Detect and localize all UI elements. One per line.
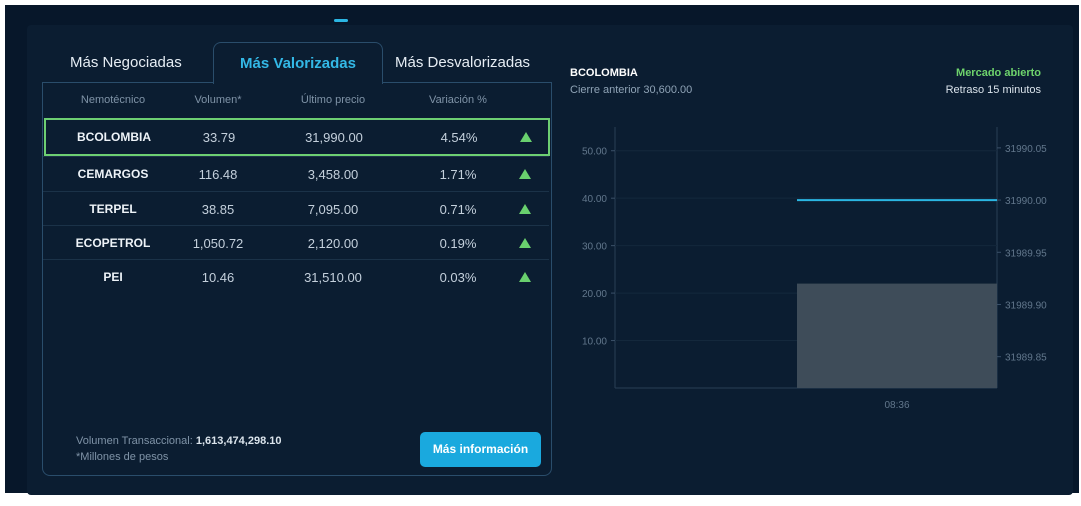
table-row[interactable]: CEMARGOS 116.48 3,458.00 1.71% [43,156,549,191]
row-volume: 33.79 [202,130,236,145]
up-arrow-icon [520,132,532,142]
left-tick-label: 10.00 [582,337,607,348]
right-tick-label: 31989.90 [1005,300,1047,311]
row-symbol: CEMARGOS [77,167,149,181]
table-row[interactable]: ECOPETROL 1,050.72 2,120.00 0.19% [43,225,549,260]
tab-mas-valorizadas[interactable]: Más Valorizadas [213,42,383,84]
previous-close: Cierre anterior 30,600.00 [570,84,693,96]
tab-gap [214,81,380,84]
transaction-volume-label: Volumen Transaccional: [76,435,193,447]
up-arrow-icon [519,272,531,282]
tab-mas-desvalorizadas[interactable]: Más Desvalorizadas [395,53,530,73]
transaction-volume-value: 1,613,474,298.10 [195,435,282,447]
up-arrow-icon [519,204,531,214]
up-arrow-icon [519,169,531,179]
top-indicator [334,19,348,22]
row-change: 0.19% [439,236,477,251]
app-frame: Más Negociadas Más Valorizadas Más Desva… [5,5,1079,495]
price-volume-chart[interactable]: 50.00 40.00 30.00 20.00 10.00 31990.05 31990.0… [567,125,1067,425]
column-header-variacion[interactable]: Variación % [413,94,503,106]
column-header-ultimo-precio[interactable]: Último precio [283,94,383,106]
row-change: 4.54% [440,130,478,145]
row-volume: 116.48 [198,167,238,182]
row-price: 31,990.00 [305,130,363,145]
column-header-volumen[interactable]: Volumen* [178,94,258,106]
row-change: 1.71% [439,167,477,182]
right-tick-label: 31990.05 [1005,144,1047,155]
row-symbol: BCOLOMBIA [77,130,151,144]
left-tick-label: 50.00 [582,147,607,158]
left-tick-label: 20.00 [582,289,607,300]
row-symbol: TERPEL [89,202,137,216]
row-price: 31,510.00 [304,270,362,285]
right-tick-label: 31989.95 [1005,248,1047,259]
table-header: Nemotécnico Volumen* Último precio Varia… [43,85,549,117]
market-panel: Más Negociadas Más Valorizadas Más Desva… [27,25,1073,495]
row-symbol: ECOPETROL [75,236,151,250]
right-tick-label: 31990.00 [1005,196,1047,207]
row-change: 0.03% [439,270,477,285]
row-change: 0.71% [439,202,477,217]
left-tick-label: 40.00 [582,194,607,205]
x-tick-label: 08:36 [884,400,909,411]
row-price: 7,095.00 [307,202,359,217]
up-arrow-icon [519,238,531,248]
tab-mas-negociadas[interactable]: Más Negociadas [70,53,182,73]
table-row[interactable]: TERPEL 38.85 7,095.00 0.71% [43,191,549,226]
left-tick-label: 30.00 [582,242,607,253]
table-row[interactable]: BCOLOMBIA 33.79 31,990.00 4.54% [44,118,550,156]
row-volume: 38.85 [201,202,235,217]
selected-ticker: BCOLOMBIA [570,67,638,79]
table-row[interactable]: PEI 10.46 31,510.00 0.03% [43,259,549,294]
row-price: 2,120.00 [307,236,359,251]
column-header-nemotecnico[interactable]: Nemotécnico [73,94,153,106]
row-price: 3,458.00 [307,167,359,182]
row-symbol: PEI [103,270,123,284]
row-volume: 10.46 [201,270,235,285]
units-note: *Millones de pesos [76,451,169,463]
volume-bar [797,283,997,388]
transaction-volume: Volumen Transaccional: 1,613,474,298.10 [76,435,282,447]
delay-notice: Retraso 15 minutos [945,84,1041,96]
market-status: Mercado abierto [956,67,1041,79]
row-volume: 1,050.72 [192,236,244,251]
more-info-button[interactable]: Más información [420,432,541,467]
right-tick-label: 31989.85 [1005,353,1047,364]
